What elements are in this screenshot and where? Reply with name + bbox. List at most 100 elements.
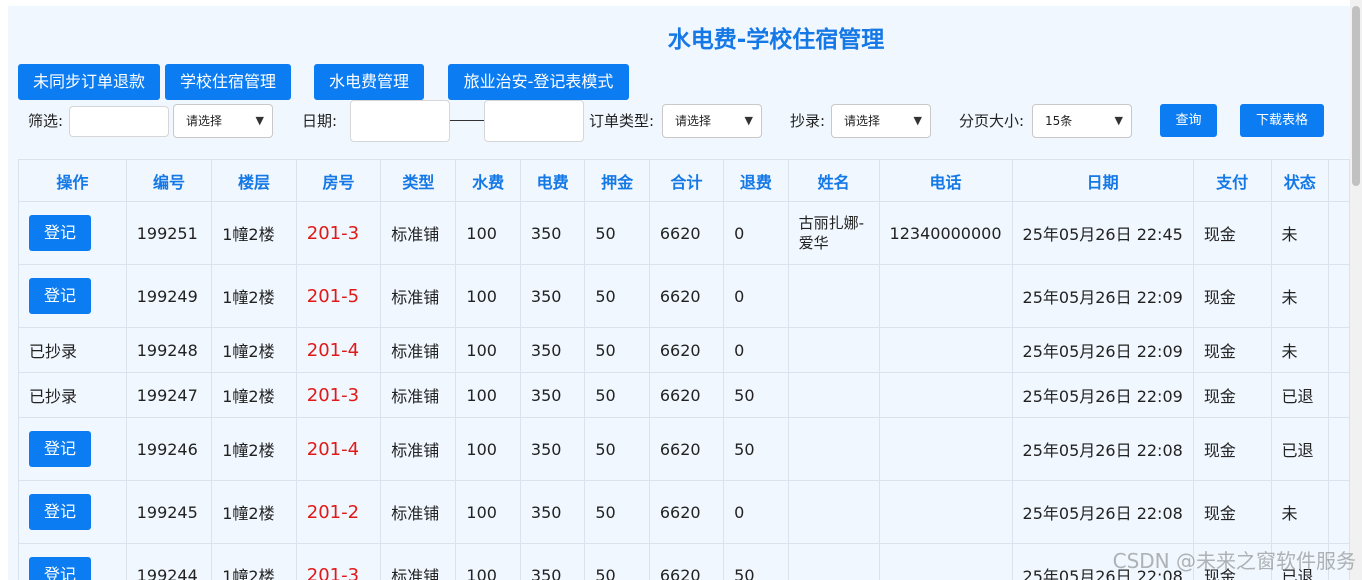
vertical-scrollbar[interactable] xyxy=(1350,0,1362,580)
pay-cell: 现金 xyxy=(1192,417,1272,481)
power-cell: 350 xyxy=(519,480,586,544)
id-cell: 199248 xyxy=(125,327,213,373)
type-cell: 标准铺 xyxy=(380,264,457,328)
type-cell: 标准铺 xyxy=(380,417,457,481)
date-end-input[interactable] xyxy=(484,100,584,142)
order-type-select-value: 请选择 xyxy=(675,114,712,128)
action-cell: 登记 xyxy=(18,417,127,481)
table-row: 登记 199251 1幢2楼 201-3 标准铺 100 350 50 6620… xyxy=(18,201,1350,265)
id-cell: 199246 xyxy=(125,417,213,481)
refund-cell: 50 xyxy=(723,543,789,580)
filter-select-value: 请选择 xyxy=(186,114,223,128)
download-table-button[interactable]: 下载表格 xyxy=(1240,104,1324,137)
name-cell xyxy=(787,480,880,544)
header-status: 状态 xyxy=(1270,159,1329,202)
scrollbar-thumb[interactable] xyxy=(1352,6,1360,186)
header-type: 类型 xyxy=(380,159,457,202)
action-cell: 登记 xyxy=(18,543,127,580)
header-date: 日期 xyxy=(1011,159,1194,202)
date-cell: 25年05月26日 22:08 xyxy=(1011,417,1194,481)
total-cell: 6620 xyxy=(648,327,725,373)
header-extra xyxy=(1327,159,1350,202)
power-cell: 350 xyxy=(519,327,586,373)
filter-select[interactable]: 请选择 ▼ xyxy=(173,104,273,138)
pay-cell: 现金 xyxy=(1192,327,1272,373)
nav-button-utility-fees[interactable]: 水电费管理 xyxy=(314,64,424,100)
action-cell: 登记 xyxy=(18,264,127,328)
order-type-select[interactable]: 请选择 ▼ xyxy=(662,104,762,138)
refund-cell: 50 xyxy=(723,372,789,418)
register-button[interactable]: 登记 xyxy=(29,431,91,467)
power-cell: 350 xyxy=(519,264,586,328)
type-cell: 标准铺 xyxy=(380,543,457,580)
refund-cell: 0 xyxy=(723,327,789,373)
chevron-down-icon: ▼ xyxy=(913,114,922,127)
type-cell: 标准铺 xyxy=(380,327,457,373)
extra-cell xyxy=(1327,201,1350,265)
status-cell: 已退 xyxy=(1270,372,1329,418)
room-cell: 201-3 xyxy=(295,543,382,580)
total-cell: 6620 xyxy=(648,543,725,580)
floor-cell: 1幢2楼 xyxy=(211,543,297,580)
pay-cell: 现金 xyxy=(1192,480,1272,544)
status-cell: 已退 xyxy=(1270,417,1329,481)
date-range-separator xyxy=(450,120,484,121)
chevron-down-icon: ▼ xyxy=(744,114,753,127)
header-water: 水费 xyxy=(455,159,521,202)
action-cell: 登记 xyxy=(18,201,127,265)
header-pay: 支付 xyxy=(1192,159,1272,202)
power-cell: 350 xyxy=(519,372,586,418)
filter-label: 筛选: xyxy=(28,112,64,130)
id-cell: 199244 xyxy=(125,543,213,580)
phone-cell xyxy=(878,372,1013,418)
date-cell: 25年05月26日 22:08 xyxy=(1011,480,1194,544)
query-button[interactable]: 查询 xyxy=(1160,104,1217,137)
status-cell: 未 xyxy=(1270,327,1329,373)
phone-cell xyxy=(878,480,1013,544)
page: 水电费-学校住宿管理 未同步订单退款 学校住宿管理 水电费管理 旅业治安-登记表… xyxy=(8,6,1350,580)
page-size-select[interactable]: 15条 ▼ xyxy=(1032,104,1132,138)
name-cell xyxy=(787,417,880,481)
register-button[interactable]: 登记 xyxy=(29,215,91,251)
deposit-cell: 50 xyxy=(584,372,650,418)
date-start-input[interactable] xyxy=(350,100,450,142)
name-cell: 古丽扎娜-爱华 xyxy=(787,201,880,265)
room-cell: 201-5 xyxy=(295,264,382,328)
copy-select[interactable]: 请选择 ▼ xyxy=(831,104,931,138)
water-cell: 100 xyxy=(455,372,521,418)
id-cell: 199249 xyxy=(125,264,213,328)
register-button[interactable]: 登记 xyxy=(29,278,91,314)
deposit-cell: 50 xyxy=(584,417,650,481)
table-row: 登记 199249 1幢2楼 201-5 标准铺 100 350 50 6620… xyxy=(18,264,1350,328)
nav-button-school-lodging[interactable]: 学校住宿管理 xyxy=(165,64,291,100)
room-cell: 201-2 xyxy=(295,480,382,544)
order-type-label: 订单类型: xyxy=(589,112,655,130)
action-cell: 已抄录 xyxy=(18,327,127,373)
extra-cell xyxy=(1327,480,1350,544)
floor-cell: 1幢2楼 xyxy=(211,372,297,418)
action-cell: 登记 xyxy=(18,480,127,544)
register-button[interactable]: 登记 xyxy=(29,557,91,580)
register-button[interactable]: 登记 xyxy=(29,494,91,530)
table-row: 已抄录 199247 1幢2楼 201-3 标准铺 100 350 50 662… xyxy=(18,372,1350,418)
status-cell: 未 xyxy=(1270,201,1329,265)
status-cell: 未 xyxy=(1270,264,1329,328)
watermark: CSDN @未来之窗软件服务 xyxy=(1112,549,1356,573)
fee-table: 操作 编号 楼层 房号 类型 水费 电费 押金 合计 退费 姓名 电话 日期 支… xyxy=(18,159,1350,580)
floor-cell: 1幢2楼 xyxy=(211,417,297,481)
total-cell: 6620 xyxy=(648,480,725,544)
water-cell: 100 xyxy=(455,327,521,373)
extra-cell xyxy=(1327,417,1350,481)
table-header-row: 操作 编号 楼层 房号 类型 水费 电费 押金 合计 退费 姓名 电话 日期 支… xyxy=(18,159,1350,202)
deposit-cell: 50 xyxy=(584,201,650,265)
action-cell: 已抄录 xyxy=(18,372,127,418)
name-cell xyxy=(787,327,880,373)
nav-button-security-register[interactable]: 旅业治安-登记表模式 xyxy=(448,64,629,100)
id-cell: 199247 xyxy=(125,372,213,418)
pay-cell: 现金 xyxy=(1192,201,1272,265)
filter-input[interactable] xyxy=(69,106,169,137)
copy-select-value: 请选择 xyxy=(844,114,881,128)
id-cell: 199251 xyxy=(125,201,213,265)
nav-button-unsynced-refund[interactable]: 未同步订单退款 xyxy=(18,64,160,100)
deposit-cell: 50 xyxy=(584,327,650,373)
